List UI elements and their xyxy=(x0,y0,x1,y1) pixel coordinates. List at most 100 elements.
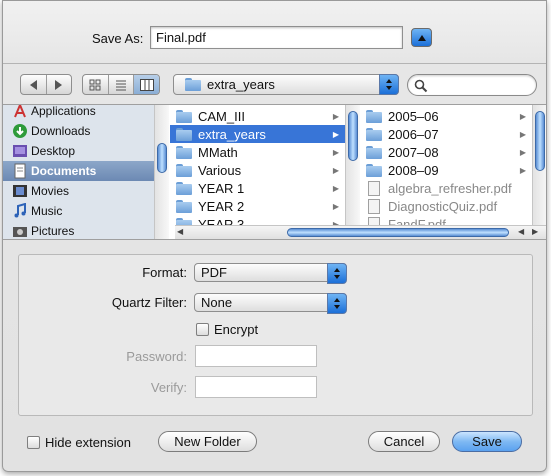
view-mode-control xyxy=(82,74,160,95)
scroll-thumb[interactable] xyxy=(287,228,509,237)
item-label: YEAR 3 xyxy=(198,216,245,226)
column-view-icon xyxy=(139,78,154,91)
password-field[interactable] xyxy=(195,345,317,367)
save-as-label: Save As: xyxy=(92,31,144,46)
password-label: Password: xyxy=(126,349,187,364)
expand-collapse-button[interactable] xyxy=(411,28,432,47)
chevron-right-icon: ▶ xyxy=(332,165,339,175)
horizontal-scrollbar[interactable]: ◀ ◀ ▶ xyxy=(175,225,546,239)
list-item[interactable]: MMath ▶ xyxy=(170,143,345,161)
list-view-icon xyxy=(116,80,126,90)
item-label: FandF.pdf xyxy=(388,216,446,226)
hide-extension-checkbox[interactable] xyxy=(27,436,40,449)
popup-arrows-icon xyxy=(327,263,347,284)
format-label: Format: xyxy=(142,265,187,280)
sidebar-item-applications[interactable]: Applications xyxy=(3,105,154,121)
folder-icon xyxy=(366,163,382,177)
encrypt-checkbox-row: Encrypt xyxy=(196,322,258,337)
quartz-filter-popup[interactable]: None xyxy=(194,293,347,314)
folder-icon xyxy=(176,181,192,195)
sidebar: Applications Downloads Desktop Documents… xyxy=(3,105,154,239)
chevron-right-icon: ▶ xyxy=(519,147,526,157)
format-value: PDF xyxy=(201,265,227,280)
scroll-left-icon[interactable]: ◀ xyxy=(518,227,524,236)
documents-icon xyxy=(14,163,26,179)
sidebar-item-downloads[interactable]: Downloads xyxy=(3,121,154,141)
quartz-filter-value: None xyxy=(201,295,233,310)
list-item[interactable]: extra_years ▶ xyxy=(170,125,345,143)
sidebar-scrollbar[interactable] xyxy=(154,105,169,239)
list-item[interactable]: YEAR 1 ▶ xyxy=(170,179,345,197)
column-1-scrollbar[interactable] xyxy=(345,105,360,225)
chevron-right-icon: ▶ xyxy=(332,201,339,211)
popup-arrows-icon xyxy=(327,293,347,314)
sidebar-item-documents[interactable]: Documents xyxy=(3,161,154,181)
scroll-right-icon[interactable]: ▶ xyxy=(532,227,538,236)
list-item[interactable]: 2007–08 ▶ xyxy=(360,143,532,161)
cancel-button[interactable]: Cancel xyxy=(368,431,440,452)
list-item[interactable]: CAM_III ▶ xyxy=(170,107,345,125)
chevron-right-icon: ▶ xyxy=(519,111,526,121)
scroll-left-icon[interactable]: ◀ xyxy=(177,227,183,236)
folder-icon xyxy=(185,78,201,91)
forward-button[interactable] xyxy=(47,75,72,94)
list-view-button[interactable] xyxy=(109,75,135,94)
item-label: 2006–07 xyxy=(388,126,439,142)
item-label: YEAR 2 xyxy=(198,198,245,214)
item-label: YEAR 1 xyxy=(198,180,245,196)
scroll-thumb[interactable] xyxy=(157,143,167,173)
desktop-icon xyxy=(13,145,27,157)
search-field[interactable] xyxy=(407,74,537,96)
column-2-scrollbar[interactable] xyxy=(532,105,546,225)
list-item[interactable]: 2008–09 ▶ xyxy=(360,161,532,179)
verify-label: Verify: xyxy=(150,380,187,395)
column-view-button[interactable] xyxy=(134,75,159,94)
folder-icon xyxy=(176,145,192,159)
triangle-up-icon xyxy=(417,34,426,41)
save-button[interactable]: Save xyxy=(452,431,522,452)
list-item: FandF.pdf xyxy=(360,215,532,225)
item-label: algebra_refresher.pdf xyxy=(388,180,512,196)
filename-input[interactable] xyxy=(150,26,403,49)
new-folder-button[interactable]: New Folder xyxy=(158,431,257,452)
list-item[interactable]: 2005–06 ▶ xyxy=(360,107,532,125)
quartz-filter-label: Quartz Filter: xyxy=(111,295,187,310)
popup-arrows-icon xyxy=(379,74,399,95)
folder-icon xyxy=(176,217,192,225)
sidebar-item-movies[interactable]: Movies xyxy=(3,181,154,201)
list-item[interactable]: YEAR 3 ▶ xyxy=(170,215,345,225)
save-label: Save xyxy=(472,434,502,449)
verify-field[interactable] xyxy=(195,376,317,398)
sidebar-item-pictures[interactable]: Pictures xyxy=(3,221,154,239)
pdf-file-icon xyxy=(368,180,380,196)
options-panel: Format: PDF Quartz Filter: None Encrypt … xyxy=(18,254,533,416)
sidebar-item-label: Desktop xyxy=(31,144,76,158)
hide-extension-row: Hide extension xyxy=(27,435,131,450)
location-popup[interactable]: extra_years xyxy=(173,74,399,95)
icon-view-button[interactable] xyxy=(83,75,109,94)
list-item[interactable]: YEAR 2 ▶ xyxy=(170,197,345,215)
search-icon xyxy=(414,79,428,93)
format-popup[interactable]: PDF xyxy=(194,263,347,284)
item-label: MMath xyxy=(198,144,238,160)
sidebar-item-label: Music xyxy=(31,204,63,218)
encrypt-checkbox[interactable] xyxy=(196,323,209,336)
folder-icon xyxy=(176,109,192,123)
applications-icon xyxy=(14,105,26,118)
back-button[interactable] xyxy=(21,75,47,94)
sidebar-item-desktop[interactable]: Desktop xyxy=(3,141,154,161)
separator xyxy=(3,63,546,64)
scroll-thumb[interactable] xyxy=(348,111,358,161)
folder-icon xyxy=(176,199,192,213)
list-item[interactable]: Various ▶ xyxy=(170,161,345,179)
icon-view-icon xyxy=(89,79,101,90)
sidebar-item-music[interactable]: Music xyxy=(3,201,154,221)
scroll-thumb[interactable] xyxy=(535,111,545,171)
item-label: extra_years xyxy=(198,126,266,142)
encrypt-label: Encrypt xyxy=(214,322,259,337)
chevron-right-icon: ▶ xyxy=(332,111,339,121)
sidebar-item-label: Documents xyxy=(31,164,97,178)
back-arrow-icon xyxy=(29,79,37,90)
list-item[interactable]: 2006–07 ▶ xyxy=(360,125,532,143)
column-2: 2005–06 ▶ 2006–07 ▶ 2007–08 ▶ 2008–09 ▶ alge… xyxy=(360,105,532,225)
